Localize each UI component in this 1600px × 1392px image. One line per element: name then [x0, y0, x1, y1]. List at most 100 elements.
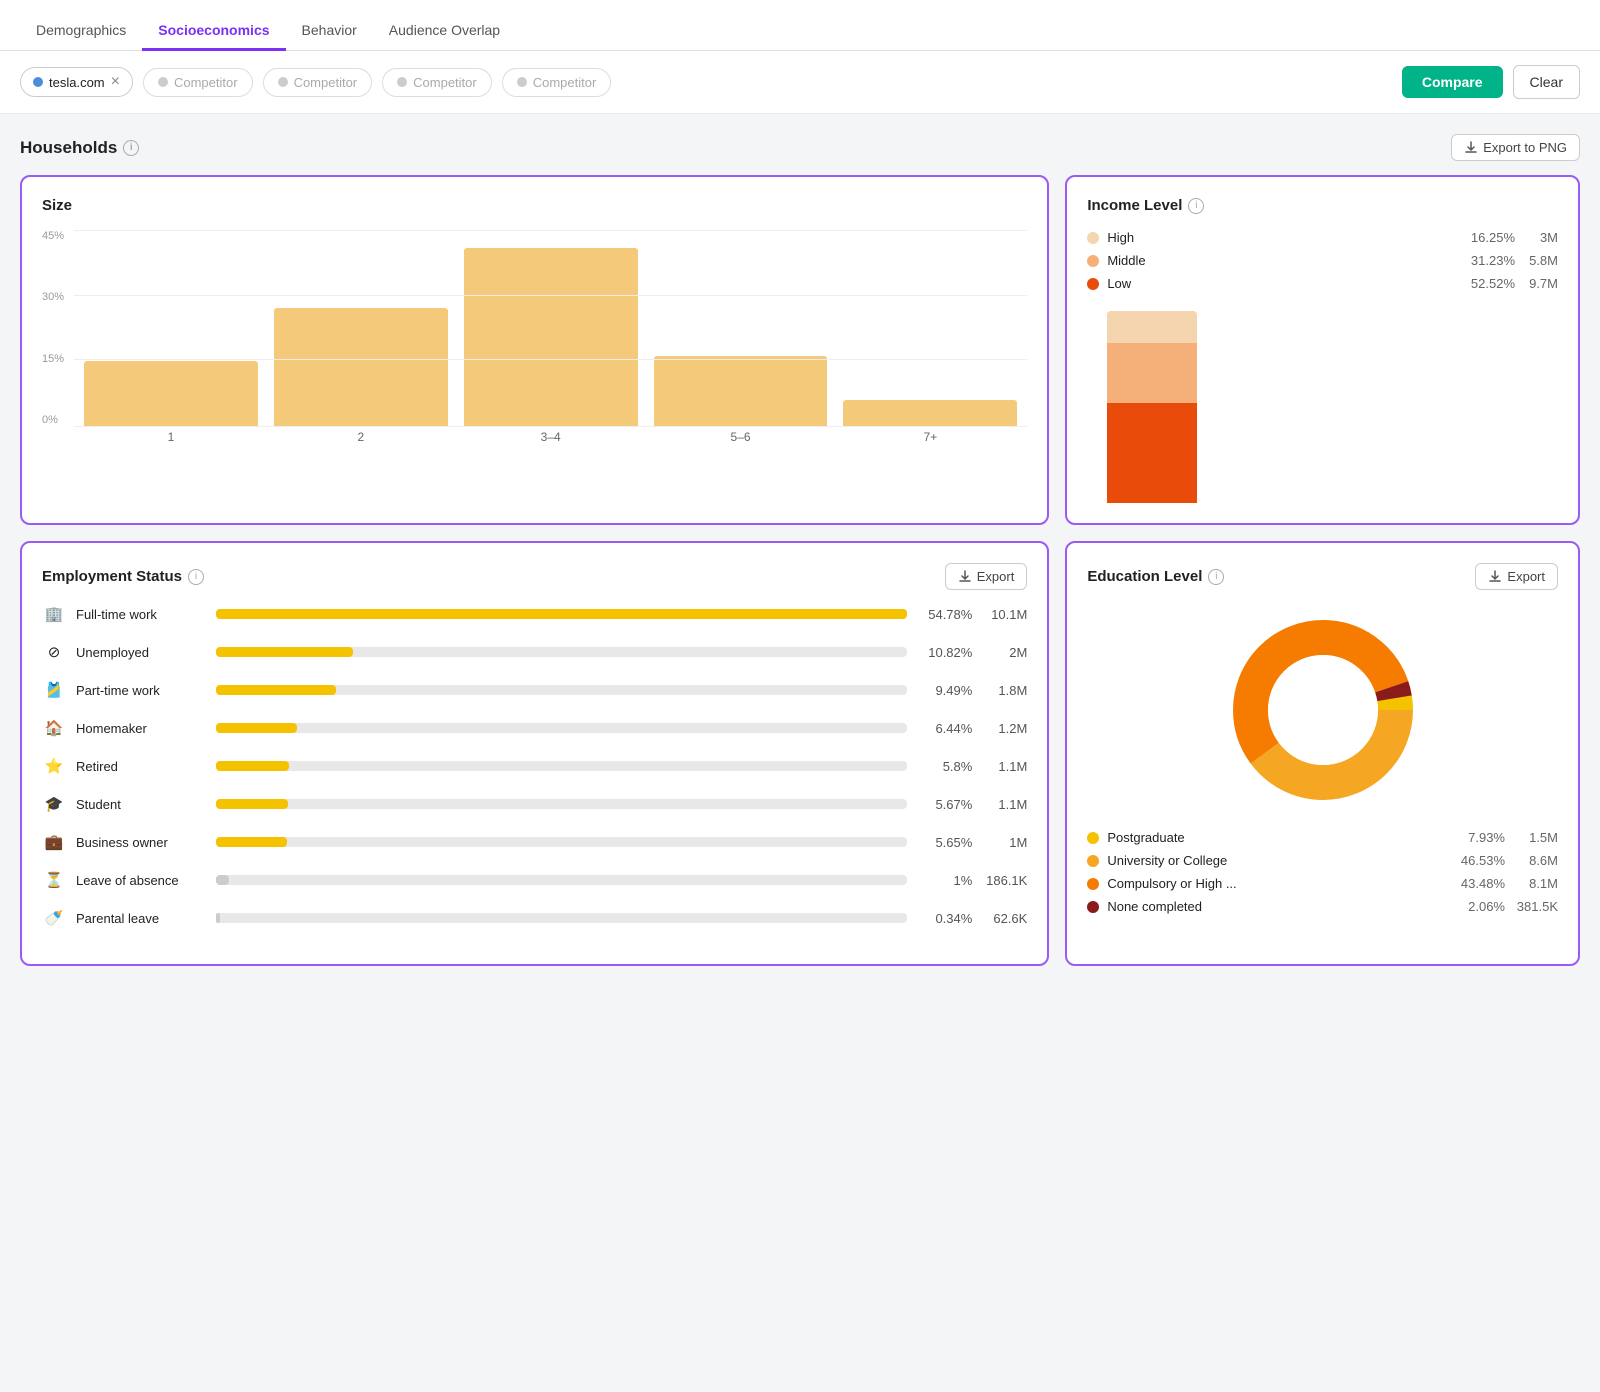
employment-pct: 5.8%: [917, 759, 972, 774]
education-pct: 43.48%: [1450, 876, 1505, 891]
employment-icon: 🎽: [42, 678, 66, 702]
employment-count: 186.1K: [982, 873, 1027, 888]
income-count-middle: 5.8M: [1523, 253, 1558, 268]
donut-chart: [1223, 610, 1423, 810]
domain-close-icon[interactable]: ×: [111, 74, 120, 90]
employment-bar-track: [216, 685, 907, 695]
tab-socioeconomics[interactable]: Socioeconomics: [142, 12, 285, 51]
income-info-icon[interactable]: i: [1188, 198, 1204, 214]
income-stacked-bar: [1107, 311, 1558, 503]
x-label-3: 3–4: [464, 430, 638, 444]
app-container: Demographics Socioeconomics Behavior Aud…: [0, 0, 1600, 1002]
upload-icon: [1464, 141, 1478, 155]
competitor-pill-4[interactable]: Competitor: [502, 68, 612, 97]
compare-button[interactable]: Compare: [1402, 66, 1503, 98]
households-section-header: Households i Export to PNG: [20, 134, 1580, 161]
employment-icon: ⊘: [42, 640, 66, 664]
employment-bar-track: [216, 647, 907, 657]
competitor-pill-1[interactable]: Competitor: [143, 68, 253, 97]
employment-pct: 5.67%: [917, 797, 972, 812]
y-label-15: 15%: [42, 353, 64, 365]
employment-count: 62.6K: [982, 911, 1027, 926]
employment-bar-track: [216, 723, 907, 733]
education-legend-row: None completed2.06%381.5K: [1087, 899, 1558, 914]
size-chart-card: Size 45% 30% 15% 0%: [20, 175, 1049, 525]
employment-label: Homemaker: [76, 721, 206, 736]
x-label-4: 5–6: [654, 430, 828, 444]
employment-bar-fill: [216, 723, 297, 733]
education-count: 1.5M: [1513, 830, 1558, 845]
employment-label: Retired: [76, 759, 206, 774]
employment-pct: 10.82%: [917, 645, 972, 660]
income-row-low: Low 52.52% 9.7M: [1087, 276, 1558, 291]
y-label-45: 45%: [42, 230, 64, 242]
competitor-dot-2: [278, 77, 288, 87]
employment-row: ⭐Retired5.8%1.1M: [42, 754, 1027, 778]
employment-row: ⊘ Unemployed 10.82% 2M: [42, 640, 1027, 664]
domain-pill[interactable]: tesla.com ×: [20, 67, 133, 97]
tab-behavior[interactable]: Behavior: [286, 12, 373, 51]
employment-count: 1M: [982, 835, 1027, 850]
education-pct: 46.53%: [1450, 853, 1505, 868]
education-label: University or College: [1107, 853, 1442, 868]
education-dot: [1087, 901, 1099, 913]
domain-dot: [33, 77, 43, 87]
income-dot-high: [1087, 232, 1099, 244]
employment-export-button[interactable]: Export: [945, 563, 1028, 590]
employment-icon: 💼: [42, 830, 66, 854]
education-count: 8.1M: [1513, 876, 1558, 891]
employment-list: 🏢Full-time work54.78%10.1M ⊘ Unemployed 10.…: [42, 602, 1027, 930]
education-dot: [1087, 878, 1099, 890]
income-pct-high: 16.25%: [1460, 230, 1515, 245]
domain-label: tesla.com: [49, 75, 105, 90]
tab-audience-overlap[interactable]: Audience Overlap: [373, 12, 516, 51]
education-legend-row: Compulsory or High ...43.48%8.1M: [1087, 876, 1558, 891]
top-cards-row: Size 45% 30% 15% 0%: [20, 175, 1580, 525]
income-count-high: 3M: [1523, 230, 1558, 245]
employment-row: 🎽Part-time work9.49%1.8M: [42, 678, 1027, 702]
employment-row: 🏢Full-time work54.78%10.1M: [42, 602, 1027, 626]
x-label-1: 1: [84, 430, 258, 444]
employment-bar-track: [216, 761, 907, 771]
employment-icon: 🏢: [42, 602, 66, 626]
competitor-label-1: Competitor: [174, 75, 238, 90]
x-label-2: 2: [274, 430, 448, 444]
employment-bar-fill: [216, 913, 220, 923]
competitor-pill-3[interactable]: Competitor: [382, 68, 492, 97]
competitor-dot-3: [397, 77, 407, 87]
employment-row: 🎓Student5.67%1.1M: [42, 792, 1027, 816]
employment-title: Employment Status: [42, 568, 182, 585]
employment-count: 1.2M: [982, 721, 1027, 736]
employment-count: 2M: [982, 645, 1027, 660]
employment-bar-fill: [216, 609, 907, 619]
employment-pct: 54.78%: [917, 607, 972, 622]
employment-bar-track: [216, 609, 907, 619]
employment-pct: 9.49%: [917, 683, 972, 698]
y-label-30: 30%: [42, 291, 64, 303]
competitor-pill-2[interactable]: Competitor: [263, 68, 373, 97]
employment-pct: 0.34%: [917, 911, 972, 926]
education-dot: [1087, 832, 1099, 844]
x-label-5: 7+: [843, 430, 1017, 444]
education-export-button[interactable]: Export: [1475, 563, 1558, 590]
households-export-button[interactable]: Export to PNG: [1451, 134, 1580, 161]
employment-icon: 🍼: [42, 906, 66, 930]
education-title: Education Level: [1087, 568, 1202, 585]
clear-button[interactable]: Clear: [1513, 65, 1580, 99]
competitor-dot-4: [517, 77, 527, 87]
employment-label: Unemployed: [76, 645, 206, 660]
employment-bar-track: [216, 837, 907, 847]
income-dot-middle: [1087, 255, 1099, 267]
employment-row: ⏳Leave of absence1%186.1K: [42, 868, 1027, 892]
size-chart-title: Size: [42, 197, 1027, 214]
employment-status-card: Employment Status i Export 🏢Full-time wo…: [20, 541, 1049, 966]
employment-info-icon[interactable]: i: [188, 569, 204, 585]
tab-demographics[interactable]: Demographics: [20, 12, 142, 51]
education-legend: Postgraduate7.93%1.5MUniversity or Colle…: [1087, 830, 1558, 914]
education-dot: [1087, 855, 1099, 867]
education-info-icon[interactable]: i: [1208, 569, 1224, 585]
households-info-icon[interactable]: i: [123, 140, 139, 156]
nav-tabs: Demographics Socioeconomics Behavior Aud…: [0, 0, 1600, 51]
income-label-high: High: [1107, 230, 1452, 245]
main-content: Households i Export to PNG Size 45% 30% …: [0, 114, 1600, 1002]
